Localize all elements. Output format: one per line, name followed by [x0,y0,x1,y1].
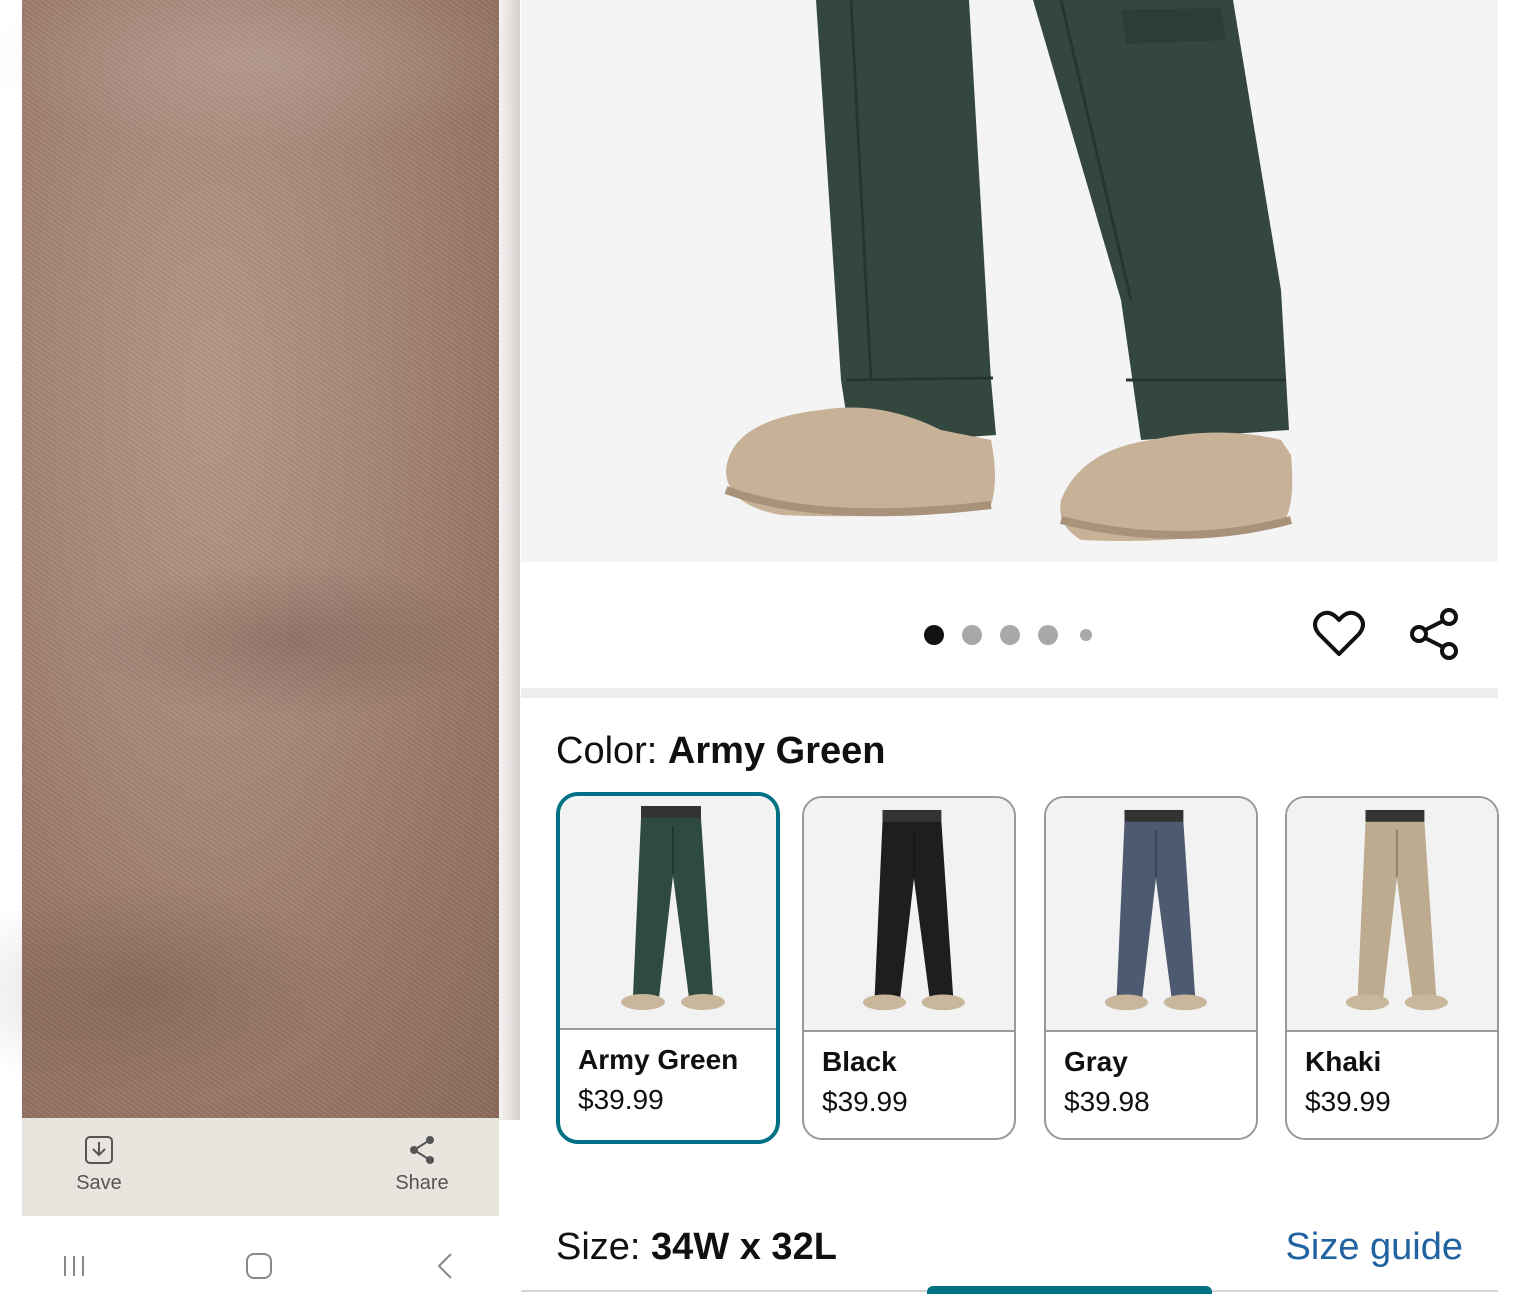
back-icon [437,1253,452,1279]
swatch-name: Gray [1064,1046,1128,1077]
color-swatch-black[interactable]: Black $39.99 [802,796,1016,1140]
carousel-dot[interactable] [962,625,982,645]
swatch-image [560,796,776,1030]
share-icon [410,1136,434,1164]
swatch-image [804,798,1014,1032]
fabric-photo[interactable] [0,0,542,1120]
product-main-image[interactable] [521,0,1498,562]
color-label: Color: [556,730,668,772]
fabric-fold [0,880,342,1100]
color-swatch-gray[interactable]: Gray $39.98 [1044,796,1258,1140]
product-page: Color: Army Green Army Green $39.99 Black $… [521,0,1499,1316]
system-navigation-bar [0,1216,520,1316]
size-label: Size: [556,1226,652,1268]
color-swatch-army-green[interactable]: Army Green $39.99 [556,792,780,1144]
section-divider [521,688,1498,698]
size-guide-link[interactable]: Size guide [1286,1226,1463,1269]
download-icon [85,1136,113,1164]
gallery-action-bar: Save Share [22,1118,499,1216]
save-button[interactable]: Save [44,1134,154,1195]
swatch-image [1046,798,1256,1032]
save-label: Save [76,1172,122,1194]
share-button[interactable]: Share [367,1134,477,1195]
selected-size-option-edge[interactable] [927,1286,1212,1294]
fabric-fold [0,0,542,150]
fabric-fold [82,560,502,720]
wishlist-button[interactable] [1311,606,1367,662]
back-button[interactable] [416,1238,476,1294]
fabric-seam [492,0,522,1120]
swatch-price: $39.99 [1305,1086,1391,1117]
image-carousel-controls [521,562,1498,688]
color-selected-value: Army Green [667,730,886,772]
carousel-dot[interactable] [1000,625,1020,645]
size-heading: Size: 34W x 32L [556,1226,837,1269]
heart-icon [1313,610,1365,656]
home-button[interactable] [229,1238,289,1294]
share-label: Share [395,1172,449,1194]
swatch-price: $39.98 [1064,1086,1150,1117]
size-selected-value: 34W x 32L [651,1226,837,1268]
carousel-dot[interactable] [1080,629,1092,641]
swatch-price: $39.99 [578,1084,664,1115]
pants-legs-illustration [724,0,1293,541]
color-swatch-khaki[interactable]: Khaki $39.99 [1285,796,1499,1140]
home-icon [246,1253,272,1279]
swatch-name: Army Green [578,1044,739,1075]
color-heading: Color: Army Green [556,730,885,773]
share-icon [1410,608,1458,660]
carousel-dot[interactable] [1038,625,1058,645]
recent-apps-button[interactable] [44,1238,104,1294]
share-product-button[interactable] [1407,606,1463,662]
carousel-dot[interactable] [924,625,944,645]
swatch-price: $39.99 [822,1086,908,1117]
swatch-name: Black [822,1046,897,1077]
recent-apps-icon [64,1256,84,1276]
swatch-image [1287,798,1497,1032]
swatch-name: Khaki [1305,1046,1382,1077]
gallery-viewer: Save Share [0,0,542,1316]
